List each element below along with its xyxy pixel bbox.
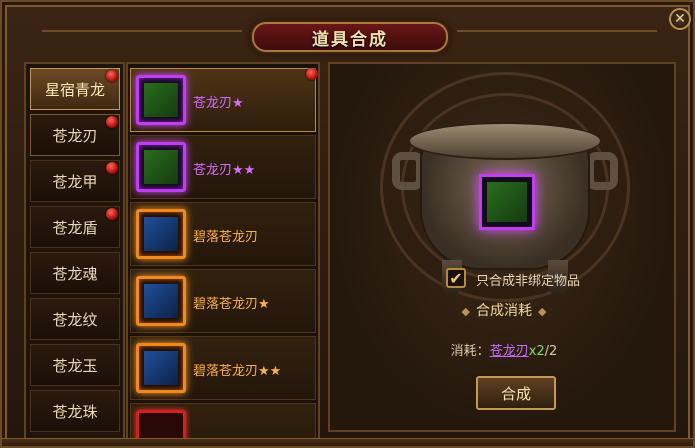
category-item-canglong-pattern[interactable]: 苍龙纹	[30, 298, 120, 340]
category-list: 星宿青龙 苍龙刃 苍龙甲 苍龙盾 苍龙魂 苍龙纹 苍龙玉 苍龙珠	[24, 62, 125, 446]
item-name: 苍龙刃★★	[193, 163, 256, 178]
synthesize-button[interactable]: 合成	[476, 376, 556, 410]
cauldron-handle-right	[586, 152, 618, 190]
cost-prefix: 消耗：	[450, 344, 490, 359]
blade-icon	[136, 276, 186, 326]
close-button[interactable]: ✕	[669, 8, 691, 30]
window-title: 道具合成	[312, 29, 388, 50]
notification-dot	[306, 68, 318, 80]
item-row[interactable]: 碧落苍龙刃	[130, 202, 316, 266]
item-row[interactable]: 苍龙刃★★	[130, 135, 316, 199]
notification-dot	[106, 162, 118, 174]
category-label: 苍龙甲	[52, 172, 98, 191]
item-row[interactable]: 碧落苍龙刃★	[130, 269, 316, 333]
cost-multiplier: x2	[528, 344, 545, 359]
title-ornament-left	[42, 30, 242, 44]
section-title-text: 合成消耗	[476, 303, 532, 319]
diamond-icon: ◆	[538, 305, 547, 318]
item-name: 碧落苍龙刃	[193, 230, 259, 245]
window-title-plate: 道具合成	[252, 22, 448, 52]
notification-dot	[106, 208, 118, 220]
item-name: 苍龙刃★	[193, 96, 244, 111]
category-label: 苍龙盾	[52, 218, 98, 237]
blade-icon	[487, 182, 527, 222]
diamond-icon: ◆	[461, 305, 470, 318]
synthesize-button-label: 合成	[500, 384, 531, 403]
category-label: 苍龙珠	[52, 402, 98, 421]
item-row[interactable]: 苍龙刃★	[130, 68, 316, 132]
category-label: 苍龙玉	[52, 356, 98, 375]
category-label: 苍龙魂	[52, 264, 98, 283]
checkmark-icon: ✔	[449, 268, 463, 288]
blade-icon	[136, 142, 186, 192]
blade-icon	[136, 75, 186, 125]
item-name: 碧落苍龙刃★★	[193, 364, 282, 379]
craft-panel: ✔ 只合成非绑定物品 ◆ 合成消耗 ◆ 消耗：苍龙刃x2/2 合成	[328, 62, 676, 432]
item-synthesis-window: 道具合成 ✕ 星宿青龙 苍龙刃 苍龙甲 苍龙盾 苍龙魂 苍龙纹 苍龙玉 苍龙珠 …	[0, 0, 695, 448]
item-row[interactable]: 碧落苍龙刃★★	[130, 336, 316, 400]
blade-icon	[136, 343, 186, 393]
bottom-frame	[2, 438, 693, 446]
category-item-canglong-soul[interactable]: 苍龙魂	[30, 252, 120, 294]
blade-icon	[136, 209, 186, 259]
non-bound-only-label: 只合成非绑定物品	[476, 274, 581, 289]
category-label: 苍龙刃	[52, 126, 98, 145]
notification-dot	[106, 70, 118, 82]
cauldron-rim	[408, 122, 602, 160]
target-item-slot[interactable]	[479, 174, 535, 230]
category-label: 苍龙纹	[52, 310, 98, 329]
category-item-canglong-jade[interactable]: 苍龙玉	[30, 344, 120, 386]
category-label: 星宿青龙	[44, 80, 105, 99]
title-ornament-right	[457, 30, 657, 44]
cost-item-link[interactable]: 苍龙刃	[490, 344, 529, 359]
item-list: 苍龙刃★ 苍龙刃★★ 碧落苍龙刃 碧落苍龙刃★ 碧落苍龙刃★★	[126, 62, 320, 446]
cost-line: 消耗：苍龙刃x2/2	[330, 340, 678, 359]
category-item-canglong-pearl[interactable]: 苍龙珠	[30, 390, 120, 432]
cost-progress: /2	[544, 344, 558, 359]
close-icon: ✕	[674, 11, 686, 27]
non-bound-only-checkbox[interactable]: ✔	[446, 268, 466, 288]
notification-dot	[106, 116, 118, 128]
item-name: 碧落苍龙刃★	[193, 297, 270, 312]
synthesis-cost-heading: ◆ 合成消耗 ◆	[330, 300, 678, 320]
